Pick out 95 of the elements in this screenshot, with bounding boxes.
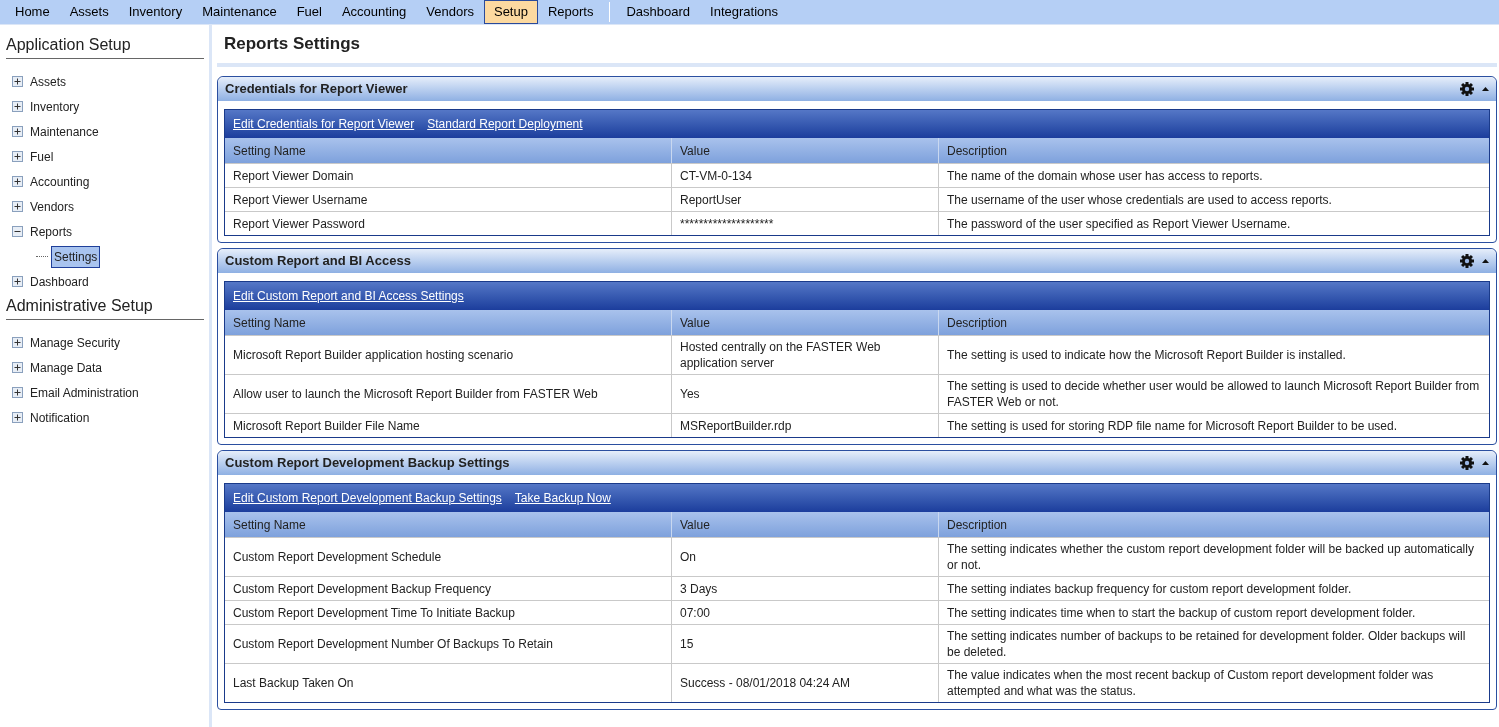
table-cell-text: Custom Report Development Schedule — [232, 549, 443, 566]
tree-item[interactable]: Email Administration — [28, 383, 141, 402]
expand-icon[interactable] — [12, 387, 23, 398]
tree-item[interactable]: Fuel — [28, 147, 56, 166]
table-cell-text: Report Viewer Username — [232, 191, 369, 209]
table-cell: ReportUser — [671, 188, 938, 211]
table-cell: 15 — [671, 625, 938, 663]
collapse-caret-icon[interactable] — [1482, 461, 1489, 465]
panel-title: Custom Report and BI Access — [225, 252, 412, 271]
menu-item[interactable]: Setup — [483, 0, 538, 24]
menu-item[interactable]: Maintenance — [192, 0, 287, 24]
column-header: Setting Name — [232, 314, 307, 332]
settings-icon[interactable] — [1460, 82, 1474, 96]
column-header: Value — [671, 138, 938, 163]
expand-icon[interactable] — [12, 176, 23, 187]
menu-item[interactable]: Vendors — [416, 0, 484, 24]
tree-item[interactable]: Inventory — [28, 97, 82, 116]
menu-item[interactable]: Integrations — [700, 0, 789, 24]
expand-icon[interactable] — [12, 101, 23, 112]
expand-icon[interactable] — [12, 76, 23, 87]
table-cell-text: Allow user to launch the Microsoft Report Builder from FASTER Web — [232, 386, 599, 403]
column-header: Setting Name — [232, 142, 307, 160]
table-cell: The name of the domain whose user has access to reports. — [938, 164, 1489, 187]
table-cell: The username of the user whose credentials are used to access reports. — [938, 188, 1489, 211]
menu-item[interactable]: Accounting — [331, 0, 417, 24]
table-cell: The setting is used to decide whether user would be allowed to launch Microsoft Report Builder from FASTER Web or not. — [938, 375, 1489, 413]
tree-item[interactable]: Settings — [51, 245, 101, 268]
table-cell: The setting is used to indicate how the Microsoft Report Builder is installed. — [938, 336, 1489, 374]
table-cell: The password of the user specified as Report Viewer Username. — [938, 212, 1489, 235]
table-cell: The setting is used for storing RDP file name for Microsoft Report Builder to be used. — [938, 414, 1489, 437]
panel-title: Credentials for Report Viewer — [225, 80, 409, 99]
action-link[interactable]: Edit Custom Report Development Backup Settings — [233, 489, 502, 507]
collapse-caret-icon[interactable] — [1482, 87, 1489, 91]
table-cell: The setting indiates backup frequency for custom report development folder. — [938, 577, 1489, 600]
tree-item[interactable]: Dashboard — [28, 272, 91, 291]
action-link[interactable]: Standard Report Deployment — [427, 115, 583, 133]
tree-item[interactable]: Manage Data — [28, 358, 105, 377]
table-cell: Yes — [671, 375, 938, 413]
table-cell: 07:00 — [671, 601, 938, 624]
settings-icon[interactable] — [1460, 254, 1474, 268]
expand-icon[interactable] — [12, 151, 23, 162]
expand-icon[interactable] — [12, 362, 23, 373]
table-cell: Success - 08/01/2018 04:24 AM — [671, 664, 938, 702]
table-cell: The setting indicates time when to start the backup of custom report development folder. — [938, 601, 1489, 624]
action-link[interactable]: Take Backup Now — [514, 489, 611, 507]
table-cell-text: Last Backup Taken On — [232, 675, 355, 692]
action-link[interactable]: Edit Custom Report and BI Access Settings — [233, 287, 464, 305]
table-cell: On — [671, 538, 938, 576]
column-header: Description — [938, 138, 1489, 163]
tree-item[interactable]: Maintenance — [28, 122, 101, 141]
menu-item[interactable]: Home — [5, 0, 60, 24]
column-header: Description — [938, 512, 1489, 537]
table-cell-text: Custom Report Development Time To Initiate Backup — [232, 604, 516, 622]
table-cell: MSReportBuilder.rdp — [671, 414, 938, 437]
expand-icon[interactable] — [12, 276, 23, 287]
table-cell: 3 Days — [671, 577, 938, 600]
tree-item[interactable]: Manage Security — [28, 333, 123, 352]
menu-item[interactable]: Inventory — [118, 0, 193, 24]
tree-item[interactable]: Vendors — [28, 197, 77, 216]
menu-item[interactable]: Reports — [537, 0, 604, 24]
collapse-icon[interactable] — [12, 226, 23, 237]
panel-title: Custom Report Development Backup Settings — [225, 454, 511, 473]
tree-item[interactable]: Assets — [28, 72, 68, 91]
table-cell-text: Report Viewer Password — [232, 215, 366, 233]
table-cell: The setting indicates number of backups to be retained for development folder. Older backups will be deleted. — [938, 625, 1489, 663]
menu-item[interactable]: Dashboard — [616, 0, 701, 24]
settings-icon[interactable] — [1460, 456, 1474, 470]
sidebar-heading: Application Setup — [6, 33, 204, 59]
collapse-caret-icon[interactable] — [1482, 259, 1489, 263]
menu-item[interactable]: Assets — [59, 0, 119, 24]
action-link[interactable]: Edit Credentials for Report Viewer — [233, 115, 415, 133]
tree-item[interactable]: Reports — [28, 222, 75, 241]
expand-icon[interactable] — [12, 337, 23, 348]
column-header: Setting Name — [232, 516, 307, 534]
tree-item[interactable]: Accounting — [28, 172, 92, 191]
menu-item[interactable]: Fuel — [286, 0, 332, 24]
column-header: Value — [671, 512, 938, 537]
table-cell: ******************** — [671, 212, 938, 235]
tree-item[interactable]: Notification — [28, 408, 92, 427]
table-cell: The setting indicates whether the custom report development folder will be backed up automatically or not. — [938, 538, 1489, 576]
table-cell: The value indicates when the most recent backup of Custom report development folder was attempted and what was the status. — [938, 664, 1489, 702]
column-header: Description — [938, 310, 1489, 335]
sidebar-heading: Administrative Setup — [6, 294, 204, 320]
table-cell-text: Custom Report Development Backup Frequency — [232, 580, 493, 598]
expand-icon[interactable] — [12, 412, 23, 423]
table-cell: CT-VM-0-134 — [671, 164, 938, 187]
page-title: Reports Settings — [217, 25, 1497, 67]
expand-icon[interactable] — [12, 126, 23, 137]
expand-icon[interactable] — [12, 201, 23, 212]
table-cell: Hosted centrally on the FASTER Web application server — [671, 336, 938, 374]
column-header: Value — [671, 310, 938, 335]
table-cell-text: Report Viewer Domain — [232, 167, 355, 185]
table-cell-text: Microsoft Report Builder File Name — [232, 417, 421, 435]
table-cell-text: Custom Report Development Number Of Backups To Retain — [232, 636, 554, 653]
table-cell-text: Microsoft Report Builder application hosting scenario — [232, 347, 515, 364]
